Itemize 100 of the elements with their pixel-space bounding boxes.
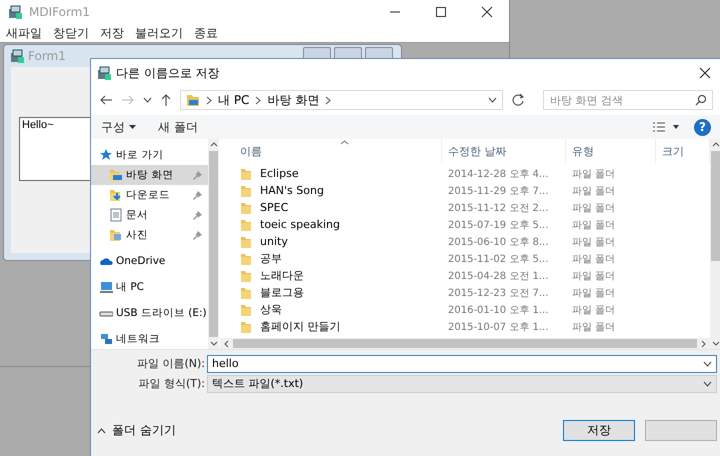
help-button[interactable]: ? (694, 118, 711, 136)
date-cell-text: 2015-10-07 오후 1... (447, 320, 550, 334)
chevron-up-icon (97, 428, 106, 434)
sort-up-icon (340, 140, 349, 145)
download-folder-icon (109, 188, 123, 202)
sidebar-item[interactable]: 네트워크 (91, 329, 208, 349)
forward-arrow-icon[interactable] (121, 94, 135, 106)
file-name[interactable]: HAN's Song (260, 184, 324, 197)
date-cell-text: 2015-11-02 오후 5... (447, 252, 550, 266)
chevron-down-icon (703, 360, 712, 366)
date-cell-text: 2015-04-28 오전 1... (447, 270, 550, 282)
pin-icon[interactable] (193, 170, 202, 180)
type-cell-text: 파일 폴더 (571, 320, 616, 334)
close-icon[interactable] (699, 67, 711, 79)
organize-button[interactable]: 구성 (97, 116, 140, 138)
dialog-title: 다른 이름으로 저장 (116, 64, 220, 82)
file-name-field[interactable]: hello (207, 354, 717, 372)
chevron-down-icon (703, 380, 712, 386)
new-folder-button[interactable]: 새 폴더 (154, 116, 202, 138)
menu-item[interactable]: 창닫기 (53, 24, 89, 42)
chevron-up-icon (712, 142, 720, 147)
scrollbar[interactable] (710, 139, 720, 349)
file-name[interactable]: toeic speaking (260, 218, 340, 231)
date-cell-text: 2016-01-10 오후 1... (447, 304, 550, 316)
pin-icon[interactable] (193, 210, 202, 220)
save-button[interactable]: 저장 (563, 420, 635, 441)
menu-item[interactable]: 종료 (194, 24, 218, 42)
type-cell-text: 파일 폴더 (571, 218, 616, 232)
date-cell-text: 2015-07-19 오후 5... (447, 218, 550, 232)
date-cell-text: 2015-11-12 오전 2... (447, 202, 550, 214)
folder-icon (240, 302, 252, 316)
hide-folders-button[interactable]: 폴더 숨기기 (97, 422, 176, 439)
sidebar-item[interactable]: 내 PC (91, 277, 208, 297)
file-type-dropdown[interactable]: 텍스트 파일(*.txt) (207, 374, 717, 392)
column-header[interactable]: 수정한 날짜 (442, 139, 566, 163)
type-cell-text: 파일 폴더 (571, 270, 616, 282)
chevron-left-icon (224, 340, 229, 348)
chevron-down-icon (210, 341, 218, 346)
pin-icon[interactable] (193, 230, 202, 240)
type-cell-text: 파일 폴더 (571, 168, 616, 180)
folder-icon (240, 286, 252, 300)
chevron-down-icon[interactable] (143, 97, 152, 103)
search-icon (695, 94, 707, 106)
file-name[interactable]: 공부 (260, 251, 282, 266)
column-header[interactable]: 이름 (220, 139, 442, 163)
menu-item[interactable]: 새파일 (6, 24, 42, 42)
file-name[interactable]: 상욱 (260, 302, 282, 317)
picture-folder-icon (109, 228, 123, 242)
app-icon (10, 48, 25, 64)
maximize-icon[interactable] (435, 6, 447, 18)
scrollbar[interactable] (220, 338, 710, 349)
file-name[interactable]: Eclipse (260, 167, 299, 180)
folder-icon (240, 252, 252, 266)
sidebar-item[interactable]: 바로 가기 (91, 145, 208, 165)
file-name[interactable]: unity (260, 235, 288, 248)
type-cell-text: 파일 폴더 (571, 252, 616, 266)
desktop-folder-icon (109, 168, 123, 182)
window-title: MDIForm1 (29, 5, 90, 19)
window-title: Form1 (28, 49, 66, 63)
folder-icon (240, 320, 252, 334)
caret-icon (129, 125, 136, 129)
file-name[interactable]: 블로그용 (260, 285, 304, 300)
breadcrumb[interactable]: 바탕 화면 (267, 92, 320, 108)
address-bar[interactable]: 내 PC 바탕 화면 (180, 90, 503, 110)
date-cell-text: 2015-11-29 오후 7... (447, 184, 550, 198)
sidebar-item[interactable]: 다운로드 (91, 185, 208, 205)
menu-item[interactable]: 저장 (100, 24, 124, 42)
back-arrow-icon[interactable] (99, 94, 113, 106)
file-name[interactable]: 노래다운 (260, 268, 304, 283)
chevron-right-icon (701, 340, 706, 348)
scrollbar[interactable] (208, 139, 219, 349)
view-options-icon[interactable] (652, 121, 680, 133)
sidebar-item[interactable]: OneDrive (91, 251, 208, 271)
folder-icon (240, 166, 252, 180)
type-cell-text: 파일 폴더 (571, 286, 616, 300)
folder-icon (240, 200, 252, 214)
sidebar-item[interactable]: 바탕 화면 (91, 165, 208, 185)
file-name[interactable]: SPEC (260, 201, 288, 214)
date-cell-text: 2015-12-23 오전 7... (447, 286, 550, 300)
sidebar-item[interactable]: 문서 (91, 205, 208, 225)
folder-icon (186, 93, 200, 107)
star-icon (99, 148, 113, 162)
menu-item[interactable]: 불러오기 (135, 24, 183, 42)
close-icon[interactable] (481, 6, 493, 18)
breadcrumb[interactable]: 내 PC (218, 92, 250, 108)
pin-icon[interactable] (193, 190, 202, 200)
chevron-right-icon (255, 96, 262, 104)
search-field[interactable]: 바탕 화면 검색 (542, 90, 713, 110)
folder-icon (240, 268, 252, 282)
folder-icon (240, 184, 252, 198)
folder-icon (240, 218, 252, 232)
type-cell-text: 파일 폴더 (571, 202, 616, 214)
column-header[interactable]: 유형 (566, 139, 656, 163)
chevron-down-icon[interactable] (488, 97, 497, 103)
folder-icon (240, 234, 252, 248)
up-arrow-icon[interactable] (160, 93, 172, 107)
file-name[interactable]: 홈페이지 만들기 (260, 319, 340, 334)
sidebar-item[interactable]: 사진 (91, 225, 208, 245)
refresh-icon[interactable] (510, 93, 525, 107)
sidebar-item[interactable]: USB 드라이브 (E:) (91, 303, 208, 323)
